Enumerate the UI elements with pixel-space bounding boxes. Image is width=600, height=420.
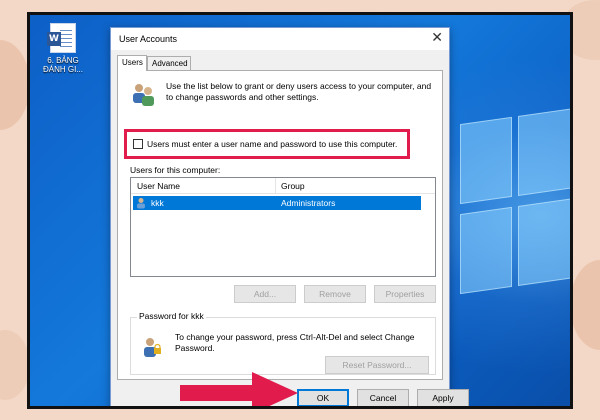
windows-logo-wallpaper bbox=[460, 106, 570, 324]
cancel-button[interactable]: Cancel bbox=[357, 389, 409, 406]
background-blob bbox=[0, 330, 30, 400]
users-section-label: Users for this computer: bbox=[130, 165, 221, 175]
word-document-icon: W bbox=[47, 23, 76, 53]
dialog-title: User Accounts bbox=[119, 34, 178, 44]
background-blob bbox=[570, 260, 600, 350]
close-icon[interactable]: ✕ bbox=[431, 30, 443, 46]
tab-users[interactable]: Users bbox=[117, 55, 147, 71]
password-group-title: Password for kkk bbox=[137, 311, 206, 321]
user-accounts-dialog: User Accounts ✕ Users Advanced Use the l… bbox=[110, 27, 469, 406]
reset-password-button[interactable]: Reset Password... bbox=[325, 356, 429, 374]
desktop-screen: W 6. BẢNG ĐÁNH GI... User Accounts ✕ Use… bbox=[27, 12, 573, 409]
users-list[interactable]: User Name Group kkk Administrators bbox=[130, 177, 436, 277]
desktop-word-document[interactable]: W 6. BẢNG ĐÁNH GI... bbox=[38, 23, 88, 74]
checkbox-label: Users must enter a user name and passwor… bbox=[147, 139, 398, 149]
arrow-pointer-icon bbox=[180, 372, 298, 406]
word-logo-letter: W bbox=[47, 32, 61, 46]
ok-button[interactable]: OK bbox=[297, 389, 349, 406]
require-login-checkbox[interactable]: Users must enter a user name and passwor… bbox=[133, 139, 397, 149]
list-header: User Name Group bbox=[131, 178, 435, 194]
password-instructions: To change your password, press Ctrl-Alt-… bbox=[175, 332, 415, 353]
properties-button[interactable]: Properties bbox=[374, 285, 436, 303]
tab-advanced[interactable]: Advanced bbox=[147, 56, 191, 70]
column-header-group[interactable]: Group bbox=[281, 181, 305, 191]
user-icon bbox=[137, 198, 145, 209]
intro-text: Use the list below to grant or deny user… bbox=[166, 81, 432, 102]
cell-user-name: kkk bbox=[151, 198, 164, 208]
cell-group: Administrators bbox=[281, 198, 336, 208]
add-button[interactable]: Add... bbox=[234, 285, 296, 303]
desktop-icon-label: 6. BẢNG ĐÁNH GI... bbox=[42, 56, 83, 74]
column-header-user-name[interactable]: User Name bbox=[137, 181, 180, 191]
highlight-box: Users must enter a user name and passwor… bbox=[124, 129, 410, 159]
users-icon bbox=[133, 84, 154, 106]
table-row[interactable]: kkk Administrators bbox=[133, 196, 421, 210]
background-blob bbox=[0, 40, 30, 130]
dialog-titlebar[interactable]: User Accounts ✕ bbox=[111, 28, 449, 50]
remove-button[interactable]: Remove bbox=[304, 285, 366, 303]
user-password-icon bbox=[144, 338, 161, 357]
apply-button[interactable]: Apply bbox=[417, 389, 469, 406]
users-tab-panel: Use the list below to grant or deny user… bbox=[117, 70, 443, 380]
checkbox-box[interactable] bbox=[133, 139, 143, 149]
password-groupbox: Password for kkk To change your password… bbox=[130, 311, 436, 375]
